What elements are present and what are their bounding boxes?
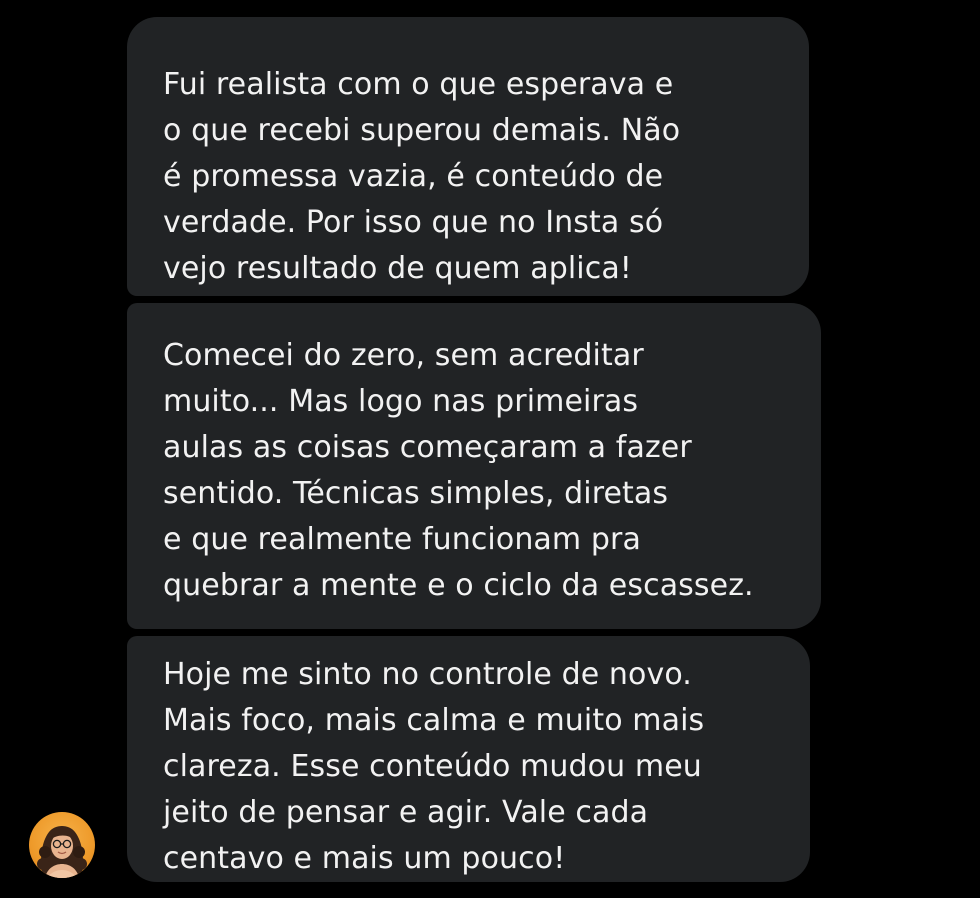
message-line: é promessa vazia, é conteúdo de [163,159,664,194]
message-line: quebrar a mente e o ciclo da escassez. [163,568,754,603]
message-line: Hoje me sinto no controle de novo. [163,657,692,692]
message-line: clareza. Esse conteúdo mudou meu [163,749,702,784]
message-line: Fui realista com o que esperava e [163,67,674,102]
message-line: vejo resultado de quem aplica! [163,251,632,286]
chat-thread: Fui realista com o que esperava e o que … [0,0,980,898]
sender-avatar[interactable] [29,812,95,878]
message-line: o que recebi superou demais. Não [163,113,681,148]
message-line: Mais foco, mais calma e muito mais [163,703,705,738]
message-line: jeito de pensar e agir. Vale cada [163,795,649,830]
avatar-photo-icon [37,826,87,878]
message-line: centavo e mais um pouco! [163,841,566,876]
message-line: sentido. Técnicas simples, diretas [163,476,669,511]
message-bubble[interactable]: Comecei do zero, sem acreditar muito... … [127,303,821,629]
message-line: muito... Mas logo nas primeiras [163,384,639,419]
message-line: Comecei do zero, sem acreditar [163,338,644,373]
message-bubble[interactable]: Fui realista com o que esperava e o que … [127,17,809,296]
message-line: aulas as coisas começaram a fazer [163,430,692,465]
message-line: verdade. Por isso que no Insta só [163,205,664,240]
message-line: e que realmente funcionam pra [163,522,641,557]
message-bubble[interactable]: Hoje me sinto no controle de novo. Mais … [127,636,810,882]
